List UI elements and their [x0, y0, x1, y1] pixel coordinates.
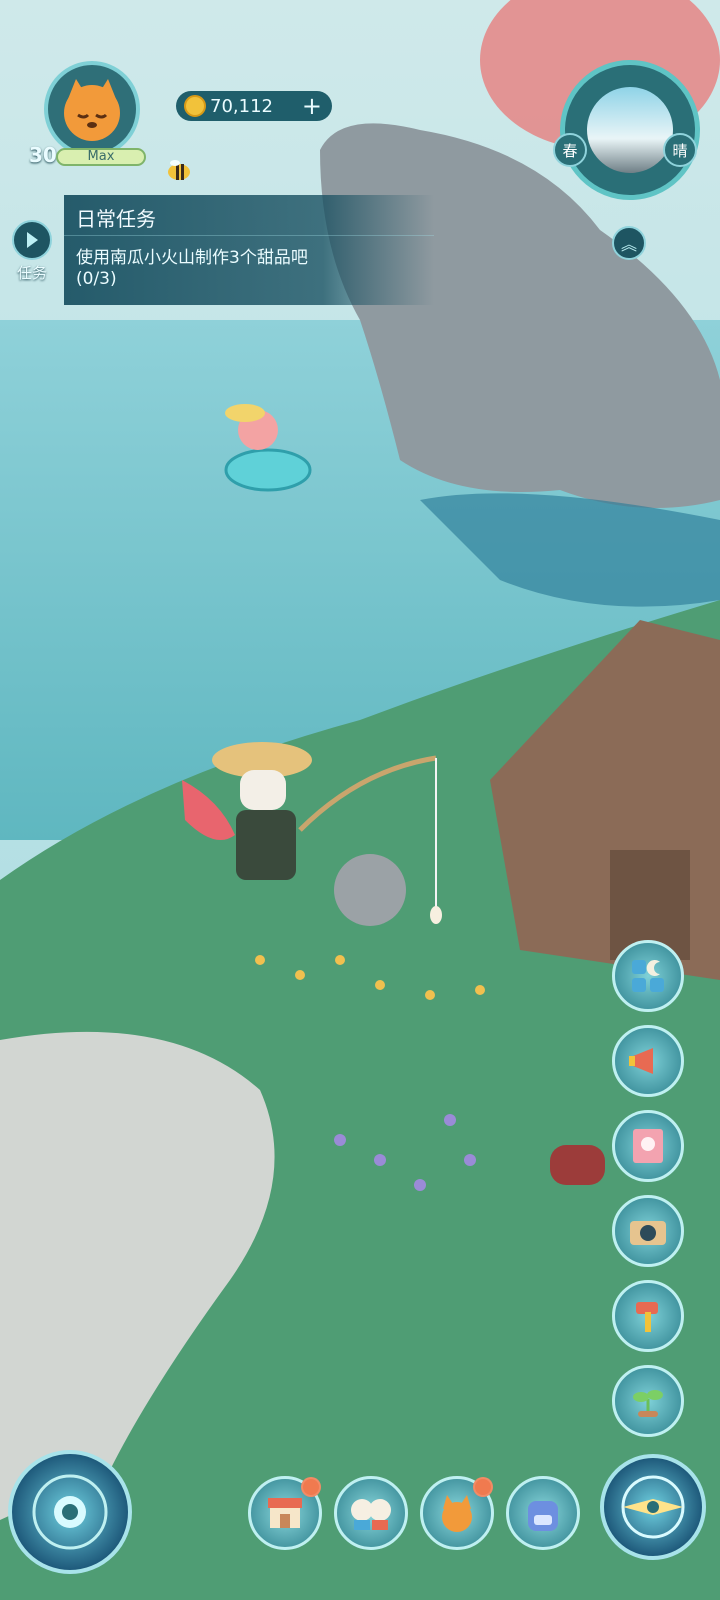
player-level: 30	[29, 143, 57, 167]
boulder	[334, 854, 406, 926]
player-duck-head	[240, 770, 286, 810]
chevron-up-icon: ︽	[620, 235, 637, 254]
season-label: 春	[562, 141, 578, 160]
friends-button[interactable]	[334, 1476, 408, 1550]
fox-face-icon	[64, 79, 120, 141]
fox-icon	[442, 1495, 472, 1532]
shop-button[interactable]	[248, 1476, 322, 1550]
add-coins-button[interactable]: +	[302, 92, 322, 120]
moon-dial-button[interactable]	[8, 1450, 132, 1574]
player-body	[236, 810, 296, 880]
coin-counter[interactable]: 70,112 +	[176, 91, 332, 121]
sun-hat	[225, 404, 265, 422]
camera-icon	[630, 1221, 666, 1245]
backpack-icon	[528, 1501, 558, 1531]
task-toggle-button[interactable]: 任务	[10, 220, 54, 286]
waterfall-scene-icon	[587, 87, 673, 173]
build-button[interactable]	[612, 1280, 684, 1352]
character-button[interactable]	[420, 1476, 494, 1550]
bee-icon[interactable]	[165, 158, 193, 182]
season-chip: 春	[553, 133, 587, 167]
shop-notification-dot	[301, 1477, 321, 1497]
shop-icon	[268, 1498, 302, 1528]
announcement-button[interactable]	[612, 1025, 684, 1097]
task-description: 使用南瓜小火山制作3个甜品吧	[76, 248, 308, 268]
play-arrow-icon	[12, 220, 52, 260]
compass-button[interactable]	[600, 1454, 706, 1560]
task-divider	[64, 235, 434, 236]
daily-task-panel[interactable]: 日常任务 使用南瓜小火山制作3个甜品吧 (0/3)	[64, 195, 434, 305]
flower-book-icon	[633, 1129, 663, 1163]
sprout-icon	[633, 1390, 663, 1417]
character-notification-dot	[473, 1477, 493, 1497]
task-toggle-label: 任务	[16, 264, 47, 282]
weather-chip: 晴	[663, 133, 697, 167]
camera-button[interactable]	[612, 1195, 684, 1267]
backpack-button[interactable]	[506, 1476, 580, 1550]
megaphone-icon	[629, 1048, 653, 1074]
level-bar: Max	[56, 148, 146, 166]
encyclopedia-button[interactable]	[612, 1110, 684, 1182]
coin-amount: 70,112	[210, 95, 273, 117]
gold-coin-icon	[184, 95, 206, 117]
task-progress: (0/3)	[76, 269, 117, 289]
friends-icon	[351, 1499, 391, 1530]
hammer-icon	[636, 1302, 658, 1332]
garden-button[interactable]	[612, 1365, 684, 1437]
weather-label: 晴	[672, 141, 688, 160]
season-weather-dial[interactable]: 春 晴	[553, 60, 700, 200]
fishing-bobber	[430, 906, 442, 924]
task-panel-title: 日常任务	[76, 207, 156, 231]
swim-ring	[224, 448, 312, 492]
grid-moon-icon	[632, 960, 664, 992]
menu-grid-button[interactable]	[612, 940, 684, 1012]
compass-icon	[621, 1475, 685, 1539]
moon-dial-icon	[32, 1474, 108, 1550]
sleeping-bag	[550, 1145, 605, 1185]
expand-dial-button[interactable]: ︽	[612, 226, 646, 260]
player-avatar[interactable]	[44, 61, 140, 157]
level-bar-label: Max	[87, 149, 115, 164]
